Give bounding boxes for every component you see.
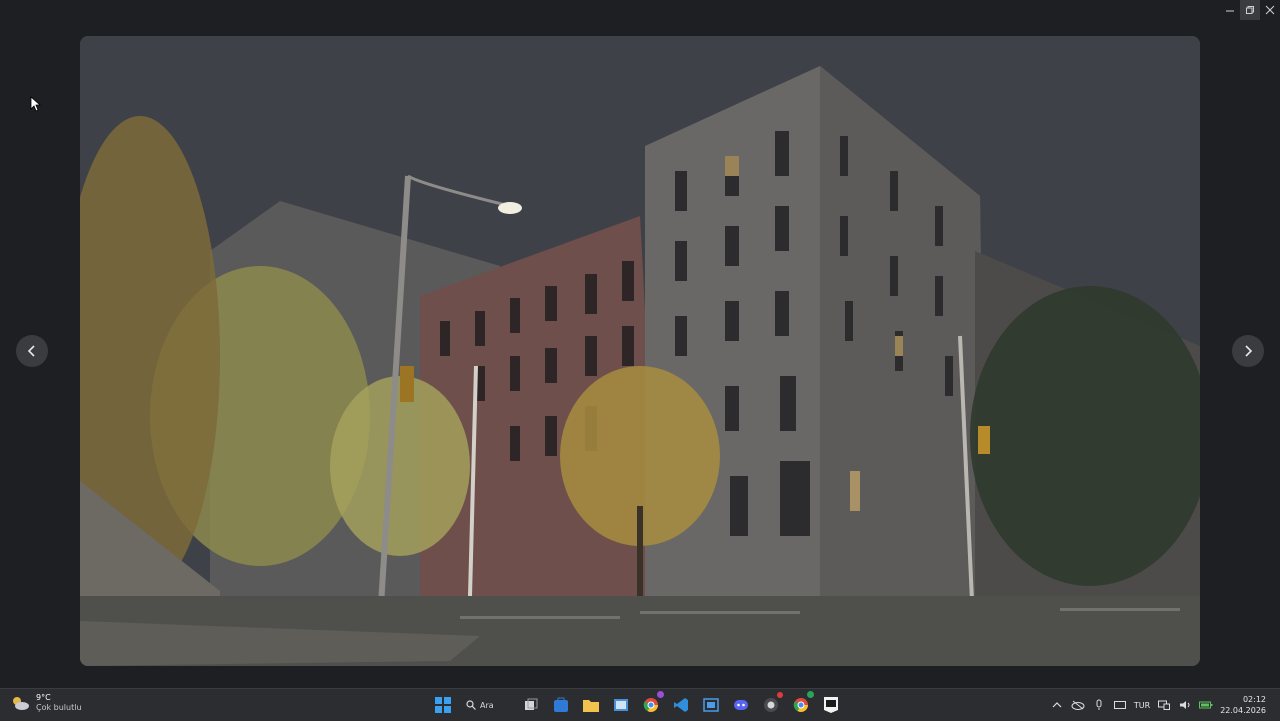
chevron-right-icon <box>1245 345 1253 357</box>
close-button[interactable] <box>1260 0 1280 20</box>
notepad-app[interactable] <box>700 694 722 716</box>
window-app[interactable] <box>610 694 632 716</box>
clock-date: 22.04.2026 <box>1220 706 1266 715</box>
previous-image-button[interactable] <box>16 335 48 367</box>
street-photo <box>80 36 1200 666</box>
vscode-app[interactable] <box>670 694 692 716</box>
start-icon <box>435 697 451 713</box>
search-label: Ara <box>480 700 494 710</box>
minimize-button[interactable] <box>1220 0 1240 20</box>
weather-temperature: 9°C <box>36 693 51 702</box>
taskbar: 9°C Çok bulutlu Ara TUR 02:12 22.04.2026 <box>0 688 1280 721</box>
discord-app[interactable] <box>730 694 752 716</box>
chevron-left-icon <box>27 345 35 357</box>
chrome-app[interactable] <box>640 691 664 716</box>
folder-icon <box>583 700 599 712</box>
volume-icon[interactable] <box>1178 698 1192 712</box>
window-controls <box>1220 0 1280 20</box>
system-tray: TUR 02:12 22.04.2026 <box>1050 693 1266 717</box>
clock-time: 02:12 <box>1242 695 1266 704</box>
profile-badge <box>657 691 664 698</box>
taskbar-apps: Ara <box>432 691 842 717</box>
next-image-button[interactable] <box>1232 335 1264 367</box>
chrome-alt-icon <box>793 698 808 712</box>
github-app[interactable] <box>760 692 783 716</box>
minimize-icon <box>1226 10 1234 12</box>
taskbar-search[interactable]: Ara <box>462 695 512 715</box>
notepad-icon <box>703 698 719 712</box>
notification-badge <box>777 692 783 698</box>
network-icon[interactable] <box>1157 698 1171 712</box>
profile-badge <box>807 691 814 698</box>
chrome-alt-app[interactable] <box>790 691 814 716</box>
keyboard-icon[interactable] <box>1113 698 1127 712</box>
restore-icon <box>1246 6 1254 14</box>
chevron-up-icon <box>1052 702 1062 708</box>
start-button[interactable] <box>432 694 454 716</box>
chrome-icon <box>643 698 658 712</box>
vscode-icon <box>674 698 688 712</box>
epic-games-icon <box>824 697 838 713</box>
discord-icon <box>734 700 748 710</box>
weather-description: Çok bulutlu <box>36 703 82 712</box>
weather-widget[interactable]: 9°C Çok bulutlu <box>10 693 82 713</box>
battery-icon[interactable] <box>1199 698 1213 712</box>
task-view-button[interactable] <box>520 694 542 716</box>
store-app[interactable] <box>550 694 572 716</box>
search-icon <box>466 700 476 710</box>
window-icon <box>614 699 628 711</box>
task-view-icon <box>525 698 538 710</box>
restore-button[interactable] <box>1240 0 1260 20</box>
mouse-cursor-icon <box>30 96 42 112</box>
cloud-offline-icon[interactable] <box>1071 698 1085 712</box>
store-icon <box>554 697 568 712</box>
clock[interactable]: 02:12 22.04.2026 <box>1220 694 1266 716</box>
language-indicator[interactable]: TUR <box>1134 701 1150 710</box>
epic-games-app[interactable] <box>820 694 842 716</box>
file-explorer-app[interactable] <box>580 694 602 716</box>
github-icon <box>764 698 778 712</box>
viewer-image <box>80 36 1200 666</box>
close-icon <box>1265 5 1275 15</box>
show-hidden-icons-button[interactable] <box>1050 698 1064 712</box>
microphone-icon[interactable] <box>1092 698 1106 712</box>
cloud-sun-icon <box>13 697 29 710</box>
